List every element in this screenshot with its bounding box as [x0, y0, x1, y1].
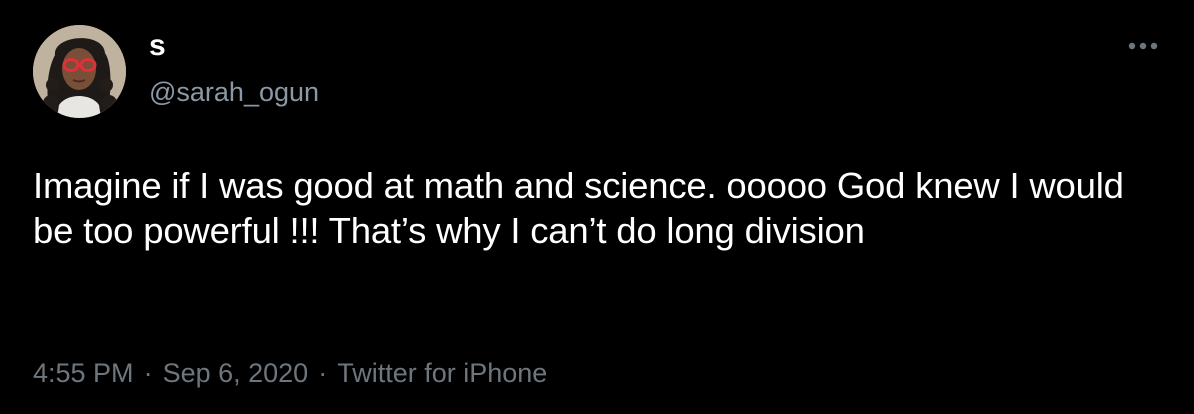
profile-photo-icon — [33, 25, 126, 118]
tweet-time[interactable]: 4:55 PM — [33, 358, 134, 388]
tweet-card: s @sarah_ogun Imagine if I was good at m… — [0, 0, 1194, 414]
meta-separator: · — [143, 358, 153, 388]
meta-separator: · — [318, 358, 328, 388]
user-handle[interactable]: @sarah_ogun — [149, 75, 319, 109]
more-options-icon — [1128, 42, 1158, 50]
avatar[interactable] — [33, 25, 126, 118]
more-options-button[interactable] — [1124, 30, 1164, 60]
tweet-date[interactable]: Sep 6, 2020 — [163, 358, 309, 388]
display-name[interactable]: s — [149, 27, 166, 65]
tweet-text: Imagine if I was good at math and scienc… — [33, 165, 1124, 251]
tweet-meta: 4:55 PM · Sep 6, 2020 · Twitter for iPhone — [33, 356, 547, 390]
tweet-source[interactable]: Twitter for iPhone — [337, 358, 547, 388]
